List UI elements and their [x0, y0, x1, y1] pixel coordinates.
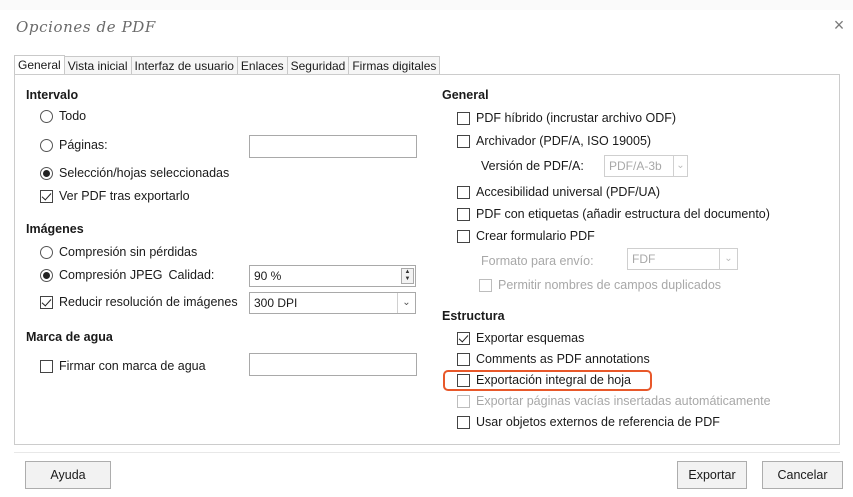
checkbox-firmar-marca-label: Firmar con marca de agua: [59, 359, 206, 373]
checkbox-reducir-resolucion-label: Reducir resolución de imágenes: [59, 295, 238, 309]
chevron-down-icon: ⌄: [673, 156, 687, 176]
tab-enlaces[interactable]: Enlaces: [236, 56, 288, 75]
checkbox-etiquetas[interactable]: PDF con etiquetas (añadir estructura del…: [457, 207, 770, 221]
checkbox-pdf-hibrido[interactable]: PDF híbrido (incrustar archivo ODF): [457, 111, 676, 125]
radio-todo-indicator[interactable]: [40, 109, 53, 123]
close-icon[interactable]: ×: [829, 14, 849, 36]
checkbox-ver-pdf[interactable]: Ver PDF tras exportarlo: [40, 189, 190, 203]
exportar-button[interactable]: Exportar: [677, 461, 747, 489]
checkbox-objetos-externos-label: Usar objetos externos de referencia de P…: [476, 415, 720, 429]
checkbox-etiquetas-label: PDF con etiquetas (añadir estructura del…: [476, 207, 770, 221]
ayuda-button[interactable]: Ayuda: [25, 461, 111, 489]
checkbox-reducir-resolucion[interactable]: Reducir resolución de imágenes: [40, 295, 238, 309]
checkbox-pdf-hibrido-box[interactable]: [457, 111, 470, 125]
radio-sin-perdidas-indicator[interactable]: [40, 245, 53, 259]
radio-sin-perdidas[interactable]: Compresión sin pérdidas: [40, 245, 197, 259]
tab-interfaz-usuario[interactable]: Interfaz de usuario: [130, 56, 238, 75]
watermark-input[interactable]: [249, 353, 417, 376]
tab-general[interactable]: General: [14, 55, 65, 75]
checkbox-firmar-marca[interactable]: Firmar con marca de agua: [40, 359, 206, 373]
checkbox-accesibilidad-box[interactable]: [457, 185, 470, 199]
checkbox-objetos-externos-box[interactable]: [457, 415, 470, 429]
radio-paginas[interactable]: Páginas:: [40, 138, 108, 152]
checkbox-etiquetas-box[interactable]: [457, 207, 470, 221]
checkbox-pdf-hibrido-label: PDF híbrido (incrustar archivo ODF): [476, 111, 677, 125]
checkbox-objetos-externos[interactable]: Usar objetos externos de referencia de P…: [457, 415, 720, 429]
radio-todo-label: Todo: [59, 109, 87, 123]
footer-divider: [14, 452, 840, 453]
radio-paginas-label: Páginas:: [59, 138, 108, 152]
checkbox-ver-pdf-label: Ver PDF tras exportarlo: [59, 189, 190, 203]
formato-envio-value: FDF: [632, 252, 656, 266]
checkbox-permitir-duplicados-label: Permitir nombres de campos duplicados: [498, 278, 722, 292]
section-intervalo: Intervalo: [26, 88, 79, 102]
checkbox-ver-pdf-box[interactable]: [40, 189, 53, 203]
calidad-spinner[interactable]: 90 % ▲ ▼: [249, 265, 416, 287]
checkbox-crear-formulario-label: Crear formulario PDF: [476, 229, 595, 243]
section-general: General: [442, 88, 489, 102]
checkbox-permitir-duplicados-box: [479, 278, 492, 292]
version-pdfa-label: Versión de PDF/A:: [481, 159, 584, 173]
cancelar-button[interactable]: Cancelar: [762, 461, 843, 489]
paginas-input[interactable]: [249, 135, 417, 158]
calidad-value: 90 %: [254, 269, 282, 283]
checkbox-exportar-esquemas-label: Exportar esquemas: [476, 331, 585, 345]
radio-jpeg-label: Compresión JPEG: [59, 268, 163, 282]
spin-down-icon[interactable]: ▼: [402, 276, 413, 283]
checkbox-paginas-vacias: Exportar páginas vacías insertadas autom…: [457, 394, 771, 408]
checkbox-exportar-esquemas[interactable]: Exportar esquemas: [457, 331, 584, 345]
radio-seleccion-label: Selección/hojas seleccionadas: [59, 166, 230, 180]
checkbox-archivador[interactable]: Archivador (PDF/A, ISO 19005): [457, 134, 651, 148]
dialog-title: Opciones de PDF: [16, 18, 156, 36]
radio-seleccion-indicator[interactable]: [40, 166, 53, 180]
radio-paginas-indicator[interactable]: [40, 138, 53, 152]
radio-jpeg[interactable]: Compresión JPEG Calidad:: [40, 268, 214, 282]
checkbox-firmar-marca-box[interactable]: [40, 359, 53, 373]
checkbox-accesibilidad-label: Accesibilidad universal (PDF/UA): [476, 185, 661, 199]
title-bar-strip: [0, 0, 853, 10]
tab-firmas-digitales[interactable]: Firmas digitales: [348, 56, 441, 75]
section-estructura: Estructura: [442, 309, 505, 323]
radio-sin-perdidas-label: Compresión sin pérdidas: [59, 245, 198, 259]
checkbox-comments-annotations[interactable]: Comments as PDF annotations: [457, 352, 650, 366]
spin-up-icon[interactable]: ▲: [402, 269, 413, 276]
formato-envio-select: FDF ⌄: [627, 248, 738, 270]
checkbox-crear-formulario-box[interactable]: [457, 229, 470, 243]
chevron-down-icon: ⌄: [719, 249, 737, 269]
checkbox-crear-formulario[interactable]: Crear formulario PDF: [457, 229, 595, 243]
dpi-value: 300 DPI: [254, 296, 298, 310]
version-pdfa-value: PDF/A-3b: [609, 159, 662, 173]
checkbox-permitir-duplicados: Permitir nombres de campos duplicados: [479, 278, 721, 292]
formato-envio-label: Formato para envío:: [481, 254, 594, 268]
calidad-spin-buttons[interactable]: ▲ ▼: [401, 268, 414, 284]
version-pdfa-select: PDF/A-3b ⌄: [604, 155, 688, 177]
checkbox-paginas-vacias-box: [457, 394, 470, 408]
section-imagenes: Imágenes: [26, 222, 84, 236]
checkbox-paginas-vacias-label: Exportar páginas vacías insertadas autom…: [476, 394, 771, 408]
radio-todo[interactable]: Todo: [40, 109, 86, 123]
checkbox-exportar-esquemas-box[interactable]: [457, 331, 470, 345]
tab-vista-inicial[interactable]: Vista inicial: [63, 56, 132, 75]
chevron-down-icon[interactable]: ⌄: [397, 293, 415, 313]
checkbox-reducir-resolucion-box[interactable]: [40, 295, 53, 309]
checkbox-comments-annotations-box[interactable]: [457, 352, 470, 366]
checkbox-archivador-label: Archivador (PDF/A, ISO 19005): [476, 134, 652, 148]
radio-jpeg-indicator[interactable]: [40, 268, 53, 282]
tab-strip: General Vista inicial Interfaz de usuari…: [14, 55, 441, 75]
radio-seleccion[interactable]: Selección/hojas seleccionadas: [40, 166, 229, 180]
calidad-label: Calidad:: [168, 268, 215, 282]
highlight-annotation: [443, 370, 652, 391]
section-marca-agua: Marca de agua: [26, 330, 113, 344]
dpi-select[interactable]: 300 DPI ⌄: [249, 292, 416, 314]
checkbox-accesibilidad[interactable]: Accesibilidad universal (PDF/UA): [457, 185, 660, 199]
checkbox-comments-annotations-label: Comments as PDF annotations: [476, 352, 650, 366]
tab-seguridad[interactable]: Seguridad: [286, 56, 350, 75]
checkbox-archivador-box[interactable]: [457, 134, 470, 148]
